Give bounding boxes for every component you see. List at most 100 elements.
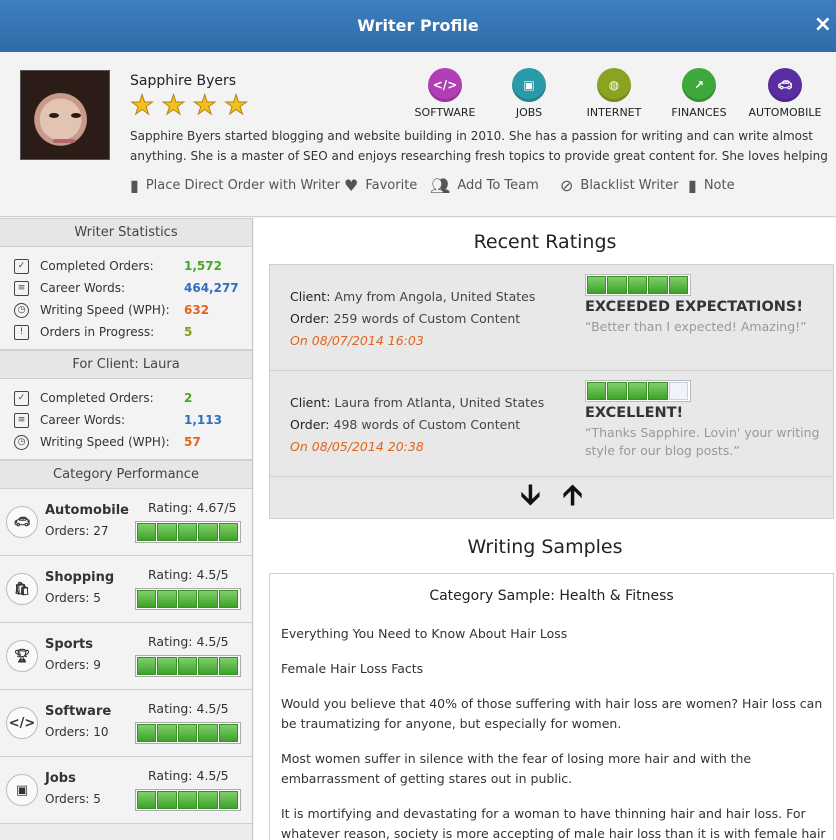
perf-row-jobs[interactable]: ▣ Jobs Orders: 5 Rating: 4.5/5 — [0, 757, 252, 824]
writing-samples-heading: Writing Samples — [467, 536, 623, 558]
star-icon: ★ — [192, 90, 217, 121]
perf-orders: Orders: 5 — [45, 792, 101, 806]
document-icon: ≡ — [14, 280, 29, 296]
stat-value: 2 — [184, 391, 193, 405]
writing-sample[interactable]: Category Sample: Health & Fitness Everyt… — [269, 573, 834, 840]
rating-bar-segment — [627, 382, 648, 400]
favorite-label: Favorite — [365, 178, 418, 193]
note-label: Note — [703, 178, 735, 193]
perf-row-shopping[interactable]: 🛍︎ Shopping Orders: 5 Rating: 4.5/5 — [0, 556, 252, 623]
rating-bar-segment — [607, 276, 627, 294]
rating-bar-segment — [648, 276, 668, 294]
note-button[interactable]: ▮ Note — [688, 176, 735, 195]
sample-heading: Category Sample: Health & Fitness — [429, 588, 674, 604]
category-performance-list: 🚗︎ Automobile Orders: 27 Rating: 4.67/5 … — [0, 489, 252, 824]
star-icon: ★ — [129, 90, 155, 121]
rating-date: On 08/07/2014 16:03 — [290, 333, 424, 348]
category-finances[interactable]: ↗ FINANCES — [657, 68, 741, 119]
avatar — [20, 70, 110, 160]
star-icon: ★ — [223, 90, 249, 121]
rating-bar-segment — [177, 523, 198, 541]
rating-quote: “Thanks Sapphire. Lovin' your writing st… — [585, 425, 820, 458]
rating-bar — [585, 274, 691, 296]
rating-order: 259 words of Custom Content — [333, 311, 521, 326]
rating-bar-segment — [587, 276, 607, 294]
perf-orders: Orders: 9 — [45, 658, 101, 672]
perf-row-software[interactable]: </> Software Orders: 10 Rating: 4.5/5 — [0, 690, 252, 757]
note-icon: ▮ — [688, 176, 697, 195]
trophy-icon: 🏆︎ — [6, 640, 38, 672]
car-icon: 🚗︎ — [768, 68, 802, 102]
rating-bar — [135, 789, 241, 811]
rating-bar-segment — [218, 590, 239, 608]
stat-value: 632 — [184, 303, 210, 317]
perf-rating: Rating: 4.5/5 — [148, 634, 229, 649]
code-icon: </> — [6, 707, 38, 739]
close-icon[interactable]: × — [814, 12, 832, 38]
perf-orders: Orders: 10 — [45, 725, 109, 739]
stat-value: 1,113 — [184, 413, 222, 427]
rating-bar-segment — [177, 724, 198, 742]
rating-verdict: EXCELLENT! — [585, 405, 684, 421]
alert-icon: ! — [14, 324, 29, 340]
rating-bar-segment — [137, 724, 157, 742]
sample-paragraph: Female Hair Loss Facts — [281, 661, 424, 676]
category-jobs[interactable]: ▣ JOBS — [487, 68, 571, 119]
perf-row-sports[interactable]: 🏆︎ Sports Orders: 9 Rating: 4.5/5 — [0, 623, 252, 690]
chart-icon: ↗ — [682, 68, 716, 102]
rating-bar-segment — [607, 382, 627, 400]
rating-bar — [135, 655, 241, 677]
rating-bar-segment — [198, 523, 218, 541]
favorite-button[interactable]: ♥ Favorite — [344, 176, 417, 195]
perf-rating: Rating: 4.5/5 — [148, 701, 229, 716]
place-order-button[interactable]: ▮ Place Direct Order with Writer — [130, 176, 340, 195]
category-label: FINANCES — [671, 106, 727, 119]
category-label: JOBS — [515, 106, 543, 119]
id-card-icon: ▣ — [512, 68, 546, 102]
globe-icon: ◍ — [597, 68, 631, 102]
category-software[interactable]: </> SOFTWARE — [403, 68, 487, 119]
rating-quote: “Better than I expected! Amazing!” — [585, 319, 807, 334]
rating-bar — [135, 521, 241, 543]
perf-name: Jobs — [45, 771, 76, 786]
rating-item: Client: Amy from Angola, United States O… — [270, 265, 833, 371]
stopwatch-icon: ◷ — [14, 434, 29, 450]
rating-client: Laura from Atlanta, United States — [334, 395, 545, 410]
shopping-bag-icon: 🛍︎ — [6, 573, 38, 605]
writer-statistics: ✓ Completed Orders: 1,572 ≡ Career Words… — [0, 247, 252, 350]
blacklist-button[interactable]: ⊘ Blacklist Writer — [560, 176, 678, 195]
rating-bar-segment — [218, 523, 239, 541]
stat-completed-orders: ✓ Completed Orders: 1,572 — [0, 255, 252, 277]
id-card-icon: ▣ — [6, 774, 38, 806]
category-automobile[interactable]: 🚗︎ AUTOMOBILE — [743, 68, 827, 119]
perf-rating: Rating: 4.5/5 — [148, 567, 229, 582]
perf-row-automobile[interactable]: 🚗︎ Automobile Orders: 27 Rating: 4.67/5 — [0, 489, 252, 556]
avatar-eye — [49, 113, 59, 118]
rating-bar-segment — [668, 276, 689, 294]
document-icon: ≡ — [14, 412, 29, 428]
writer-name: Sapphire Byers — [130, 73, 237, 89]
rating-bar-segment — [137, 657, 157, 675]
star-rating: ★ ★ ★ ★ — [129, 90, 250, 121]
title-bar: Writer Profile × — [0, 0, 836, 52]
category-performance-heading: Category Performance — [0, 460, 252, 489]
rating-bar-segment — [177, 791, 198, 809]
client-statistics: ✓ Completed Orders: 2 ≡ Career Words: 1,… — [0, 379, 252, 460]
add-team-label: Add To Team — [457, 178, 539, 193]
add-to-team-button[interactable]: 👥︎ Add To Team — [430, 176, 539, 195]
rating-bar-segment — [157, 590, 177, 608]
perf-rating: Rating: 4.67/5 — [148, 500, 237, 515]
rating-bar-segment — [218, 657, 239, 675]
arrow-down-icon[interactable]: 🡫 — [520, 474, 540, 522]
perf-orders: Orders: 27 — [45, 524, 109, 538]
blacklist-label: Blacklist Writer — [580, 178, 679, 193]
rating-bar-segment — [157, 791, 177, 809]
stat-writing-speed: ◷ Writing Speed (WPH): 632 — [0, 299, 252, 321]
window-title: Writer Profile — [357, 16, 479, 35]
category-internet[interactable]: ◍ INTERNET — [572, 68, 656, 119]
place-order-label: Place Direct Order with Writer — [145, 178, 341, 193]
rating-bar-segment — [198, 791, 218, 809]
arrow-up-icon[interactable]: 🡩 — [563, 474, 583, 522]
action-bar: ▮ Place Direct Order with Writer ♥ Favor… — [130, 176, 830, 198]
stat-writing-speed: ◷ Writing Speed (WPH): 57 — [0, 431, 252, 453]
